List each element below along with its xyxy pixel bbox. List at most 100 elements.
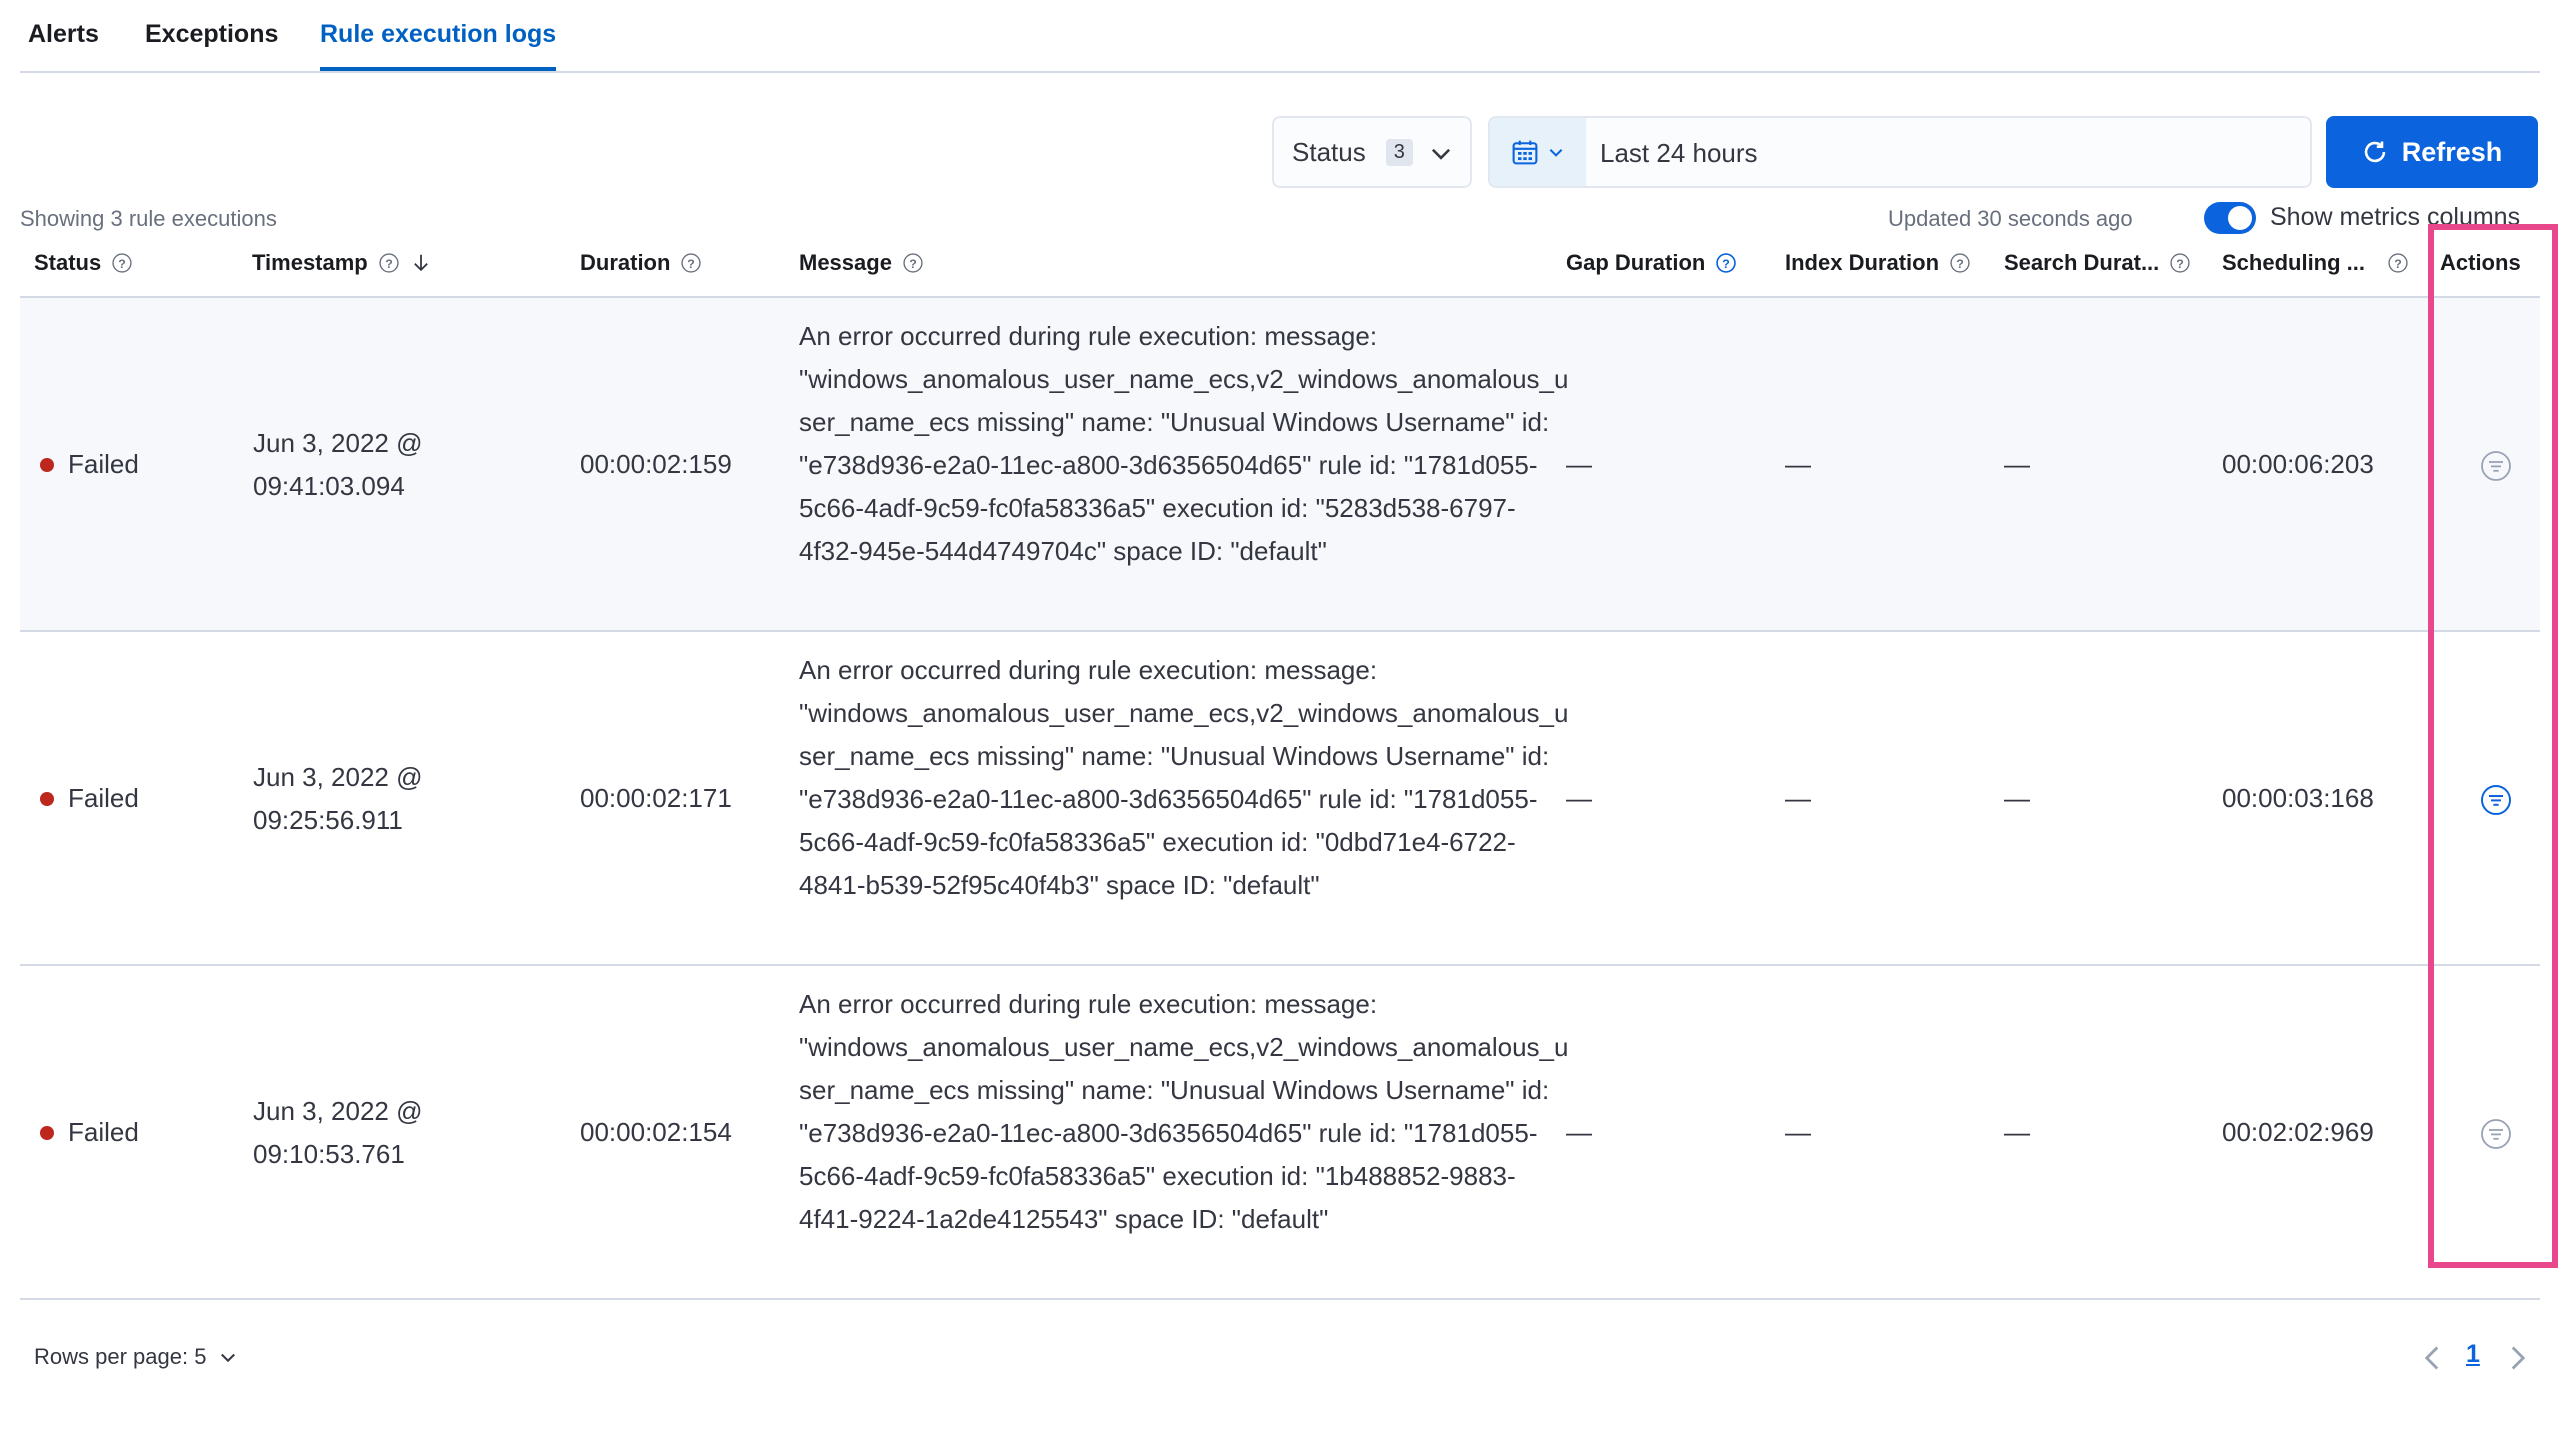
table-header: Status ? Timestamp ? Duration ? Message … bbox=[20, 246, 2540, 298]
timestamp-cell: Jun 3, 2022 @ 09:41:03.094 bbox=[253, 422, 423, 508]
status-text: Failed bbox=[68, 783, 139, 813]
refresh-button[interactable]: Refresh bbox=[2326, 116, 2538, 188]
question-circle-icon[interactable]: ? bbox=[111, 252, 133, 274]
timestamp-cell: Jun 3, 2022 @ 09:10:53.761 bbox=[253, 1090, 423, 1176]
gap-duration-cell: — bbox=[1566, 783, 1592, 813]
table-row: Failed Jun 3, 2022 @ 09:41:03.094 00:00:… bbox=[20, 298, 2540, 632]
status-filter-count-badge: 3 bbox=[1385, 138, 1413, 166]
timestamp-date: Jun 3, 2022 @ bbox=[253, 762, 423, 792]
column-label: Search Durat... bbox=[2004, 250, 2160, 275]
status-filter-label: Status bbox=[1292, 136, 1366, 167]
chevron-down-icon bbox=[221, 1353, 236, 1363]
timestamp-time: 09:10:53.761 bbox=[253, 1139, 405, 1169]
chevron-right-icon[interactable] bbox=[2506, 1344, 2530, 1372]
status-text: Failed bbox=[68, 449, 139, 479]
search-duration-cell: — bbox=[2004, 1117, 2030, 1147]
status-filter-button[interactable]: Status 3 bbox=[1272, 116, 1472, 188]
index-duration-cell: — bbox=[1785, 783, 1811, 813]
duration-cell: 00:00:02:171 bbox=[580, 783, 732, 813]
refresh-icon bbox=[2364, 141, 2385, 163]
table-row: Failed Jun 3, 2022 @ 09:10:53.761 00:00:… bbox=[20, 966, 2540, 1300]
column-header-gap-duration[interactable]: Gap Duration ? bbox=[1566, 250, 1737, 276]
status-cell: Failed bbox=[40, 777, 139, 820]
question-circle-icon[interactable]: ? bbox=[1949, 252, 1971, 274]
svg-text:?: ? bbox=[1723, 257, 1731, 271]
message-cell: An error occurred during rule execution:… bbox=[799, 989, 1569, 1234]
svg-text:?: ? bbox=[118, 257, 126, 271]
show-metrics-toggle[interactable] bbox=[2204, 202, 2256, 234]
message-cell: An error occurred during rule execution:… bbox=[799, 655, 1569, 900]
search-duration-cell: — bbox=[2004, 783, 2030, 813]
date-picker: Last 24 hours bbox=[1488, 116, 2312, 188]
chevron-down-icon bbox=[1549, 149, 1563, 157]
quick-select-button[interactable] bbox=[1490, 118, 1586, 186]
column-label: Status bbox=[34, 250, 102, 275]
column-label: Gap Duration bbox=[1566, 250, 1706, 275]
failed-status-dot bbox=[40, 1125, 54, 1140]
calendar-icon bbox=[1512, 140, 1538, 165]
column-label: Message bbox=[799, 250, 892, 275]
column-label: Index Duration bbox=[1785, 250, 1940, 275]
column-label: Duration bbox=[580, 250, 671, 275]
duration-cell: 00:00:02:154 bbox=[580, 1117, 732, 1147]
svg-text:?: ? bbox=[2177, 257, 2185, 271]
timestamp-date: Jun 3, 2022 @ bbox=[253, 1096, 423, 1126]
page-number-current[interactable]: 1 bbox=[2466, 1340, 2480, 1369]
rows-per-page-label: Rows per page: 5 bbox=[34, 1344, 207, 1369]
column-header-search-duration[interactable]: Search Durat... ? bbox=[2004, 250, 2191, 276]
column-header-duration[interactable]: Duration ? bbox=[580, 250, 702, 276]
duration-cell: 00:00:02:159 bbox=[580, 449, 732, 479]
table-row: Failed Jun 3, 2022 @ 09:25:56.911 00:00:… bbox=[20, 632, 2540, 966]
timestamp-time: 09:41:03.094 bbox=[253, 471, 405, 501]
refresh-label: Refresh bbox=[2401, 136, 2503, 167]
search-duration-cell: — bbox=[2004, 449, 2030, 479]
tab-exceptions[interactable]: Exceptions bbox=[145, 20, 278, 71]
failed-status-dot bbox=[40, 457, 54, 472]
scheduling-cell: 00:02:02:969 bbox=[2222, 1117, 2374, 1147]
column-header-message[interactable]: Message ? bbox=[799, 250, 924, 276]
toggle-knob bbox=[2228, 206, 2252, 230]
gap-duration-cell: — bbox=[1566, 1117, 1592, 1147]
index-duration-cell: — bbox=[1785, 449, 1811, 479]
message-cell: An error occurred during rule execution:… bbox=[799, 321, 1569, 566]
column-label: Timestamp bbox=[252, 250, 368, 275]
column-header-status[interactable]: Status ? bbox=[34, 250, 133, 276]
index-duration-cell: — bbox=[1785, 1117, 1811, 1147]
rows-per-page-select[interactable]: Rows per page: 5 bbox=[34, 1344, 238, 1370]
question-circle-icon[interactable]: ? bbox=[2169, 252, 2191, 274]
svg-text:?: ? bbox=[1956, 257, 1964, 271]
column-header-timestamp[interactable]: Timestamp ? bbox=[252, 250, 432, 276]
tab-alerts[interactable]: Alerts bbox=[28, 20, 99, 71]
actions-column-highlight bbox=[2428, 224, 2558, 1268]
results-count-text: Showing 3 rule executions bbox=[20, 206, 277, 231]
scheduling-cell: 00:00:06:203 bbox=[2222, 449, 2374, 479]
svg-text:?: ? bbox=[688, 257, 696, 271]
question-circle-icon[interactable]: ? bbox=[1715, 252, 1737, 274]
updated-time-text: Updated 30 seconds ago bbox=[1888, 206, 2133, 231]
status-cell: Failed bbox=[40, 443, 139, 486]
column-header-scheduling[interactable]: Scheduling ... ? bbox=[2222, 250, 2409, 276]
timestamp-date: Jun 3, 2022 @ bbox=[253, 428, 423, 458]
question-circle-icon[interactable]: ? bbox=[378, 252, 400, 274]
arrow-down-icon[interactable] bbox=[410, 252, 432, 274]
svg-text:?: ? bbox=[385, 257, 393, 271]
tab-rule-execution-logs[interactable]: Rule execution logs bbox=[320, 20, 557, 71]
date-range-label[interactable]: Last 24 hours bbox=[1600, 138, 1758, 169]
tab-bar: Alerts Exceptions Rule execution logs bbox=[20, 0, 2540, 73]
status-cell: Failed bbox=[40, 1111, 139, 1154]
svg-text:?: ? bbox=[2394, 257, 2402, 271]
column-label: Scheduling ... bbox=[2222, 250, 2366, 275]
gap-duration-cell: — bbox=[1566, 449, 1592, 479]
column-header-index-duration[interactable]: Index Duration ? bbox=[1785, 250, 1971, 276]
svg-text:?: ? bbox=[909, 257, 917, 271]
chevron-left-icon[interactable] bbox=[2420, 1344, 2444, 1372]
scheduling-cell: 00:00:03:168 bbox=[2222, 783, 2374, 813]
question-circle-icon[interactable]: ? bbox=[2387, 252, 2409, 274]
question-circle-icon[interactable]: ? bbox=[902, 252, 924, 274]
chevron-down-icon bbox=[1431, 148, 1451, 160]
status-text: Failed bbox=[68, 1117, 139, 1147]
question-circle-icon[interactable]: ? bbox=[680, 252, 702, 274]
failed-status-dot bbox=[40, 791, 54, 806]
timestamp-time: 09:25:56.911 bbox=[253, 805, 403, 835]
timestamp-cell: Jun 3, 2022 @ 09:25:56.911 bbox=[253, 756, 423, 842]
